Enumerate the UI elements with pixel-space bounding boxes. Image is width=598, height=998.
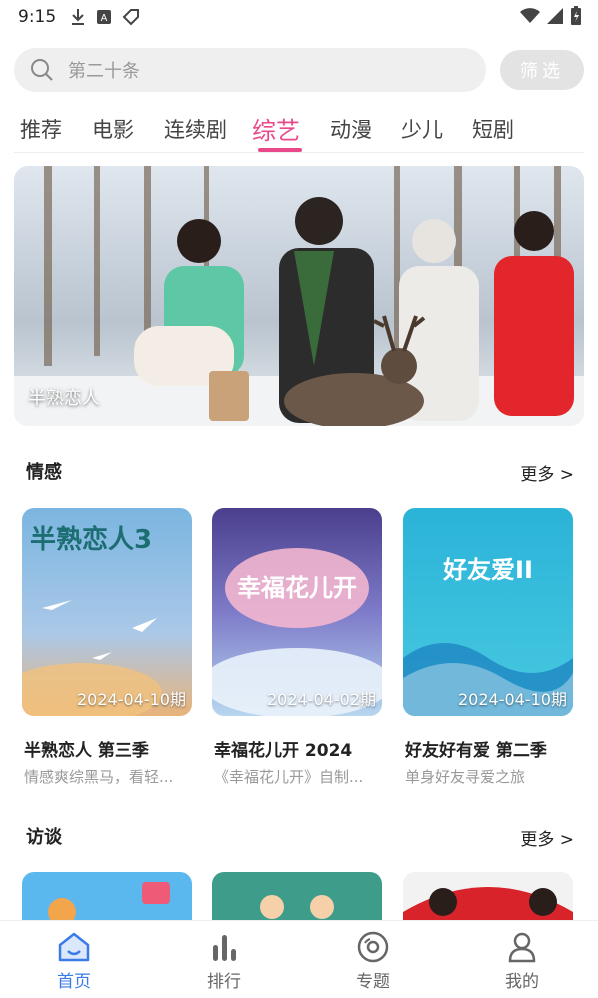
section-more-emotion[interactable]: 更多 > — [520, 460, 574, 485]
battery-charging-icon — [571, 6, 581, 25]
download-icon — [72, 9, 85, 25]
svg-text:A: A — [101, 13, 108, 24]
tab-anime[interactable]: 动漫 — [330, 114, 372, 144]
disc-icon — [357, 931, 389, 963]
search-icon — [31, 59, 53, 81]
card-date: 2024-04-02期 — [267, 690, 376, 709]
card-art-text: 好友爱II — [442, 556, 533, 584]
banner-caption: 半熟恋人 — [28, 388, 100, 409]
tab-kids[interactable]: 少儿 — [401, 114, 443, 144]
search-row: 第二十条 筛选 — [14, 48, 584, 92]
card-thumbnail: 幸福花儿开 2024-04-02期 — [212, 508, 382, 716]
section-title-interview: 访谈 — [26, 827, 62, 848]
tab-series[interactable]: 连续剧 — [164, 114, 227, 144]
user-icon — [508, 932, 536, 963]
nav-label: 排行 — [207, 972, 241, 992]
tab-recommend[interactable]: 推荐 — [20, 114, 62, 144]
card-title: 幸福花儿开 2024 — [214, 741, 353, 761]
featured-banner[interactable]: 半熟恋人 — [14, 166, 584, 426]
nav-topics[interactable]: 专题 — [333, 931, 413, 992]
nav-ranking[interactable]: 排行 — [184, 931, 264, 992]
home-icon — [58, 932, 90, 962]
card-title: 半熟恋人 第三季 — [24, 741, 149, 761]
nav-home[interactable]: 首页 — [34, 931, 114, 992]
tab-movie[interactable]: 电影 — [92, 114, 134, 144]
signal-icon — [547, 8, 563, 24]
nav-profile[interactable]: 我的 — [482, 931, 562, 992]
section-more-interview[interactable]: 更多 > — [520, 825, 574, 850]
card-thumbnail: 好友爱II 2024-04-10期 — [403, 508, 573, 716]
card-date: 2024-04-10期 — [458, 690, 567, 709]
bar-chart-icon — [213, 935, 236, 961]
card-description: 单身好友寻爱之旅 — [405, 768, 526, 786]
search-placeholder: 第二十条 — [68, 61, 140, 82]
status-time: 9:15 — [18, 7, 57, 27]
card-description: 《幸福花儿开》自制... — [214, 768, 364, 786]
nav-label: 专题 — [356, 972, 390, 992]
category-tabs: 推荐 电影 连续剧 综艺 动漫 少儿 短剧 — [0, 108, 598, 152]
nav-label: 首页 — [57, 972, 91, 992]
search-input[interactable]: 第二十条 — [14, 48, 486, 92]
tab-variety[interactable]: 综艺 — [252, 111, 300, 146]
filter-button[interactable]: 筛选 — [500, 50, 584, 90]
status-bar: 9:15 A — [0, 0, 598, 34]
card-art-text: 幸福花儿开 — [237, 574, 357, 602]
a-box-icon: A — [97, 10, 112, 24]
card-title: 好友好有爱 第二季 — [405, 741, 547, 761]
nav-label: 我的 — [505, 972, 539, 992]
card-date: 2024-04-10期 — [77, 690, 186, 709]
card-art-text: 半熟恋人3 — [30, 524, 152, 555]
tabs-divider — [14, 152, 584, 153]
bottom-nav: 首页 排行 专题 我的 — [0, 920, 598, 998]
card-thumbnail: 半熟恋人3 2024-04-10期 — [22, 508, 192, 716]
tag-icon — [122, 9, 140, 26]
section-title-emotion: 情感 — [26, 462, 62, 483]
tab-short-drama[interactable]: 短剧 — [472, 114, 514, 144]
wifi-icon — [520, 8, 540, 23]
card-description: 情感爽综黑马，看轻... — [24, 768, 174, 786]
